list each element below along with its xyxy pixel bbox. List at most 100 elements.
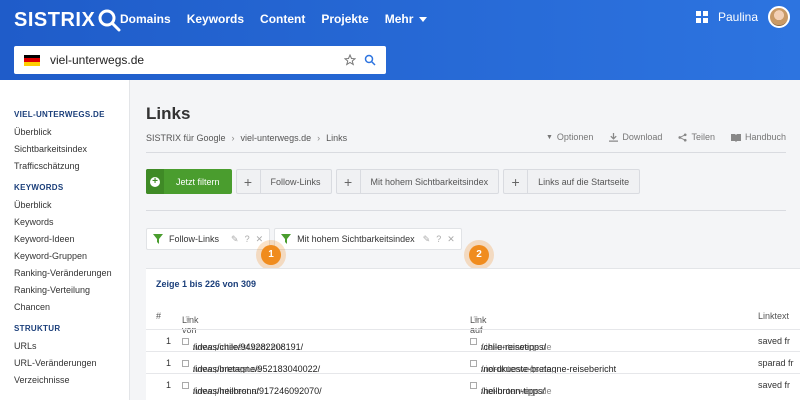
external-link-icon xyxy=(470,360,477,367)
logo-text: SISTRIX xyxy=(14,8,96,31)
add-filter-homepage-links[interactable]: + Links auf die Startseite xyxy=(503,169,641,194)
row-num: 1 xyxy=(166,358,172,368)
target-link[interactable]: viel-unterwegs.de/chile-reisetipps/ xyxy=(470,336,552,352)
breadcrumb-item[interactable]: SISTRIX für Google xyxy=(146,133,226,143)
main-content: Links SISTRIX für Google › viel-unterweg… xyxy=(130,80,800,400)
sidebar-item-chancen[interactable]: Chancen xyxy=(0,299,129,316)
links-table: Zeige 1 bis 226 von 309 # Link von ⇅ Link… xyxy=(146,268,800,400)
table-row: 1 www.pinterest.se/ideas/bretagne/952183… xyxy=(146,351,800,374)
source-link[interactable]: www.pinterest.se/ideas/bretagne/95218304… xyxy=(182,358,320,374)
pencil-icon[interactable]: ✎ xyxy=(423,234,431,245)
sistrix-logo[interactable]: SISTRIX xyxy=(14,8,121,32)
nav-projekte[interactable]: Projekte xyxy=(321,12,368,26)
external-link-icon xyxy=(470,382,477,389)
page-title: Links xyxy=(146,104,191,123)
annotation-marker-2: 2 xyxy=(464,240,494,270)
row-num: 1 xyxy=(166,380,172,390)
search-icon[interactable] xyxy=(364,54,376,66)
active-filter-chip[interactable]: Mit hohem Sichtbarkeitsindex ✎ ? ✕ xyxy=(274,228,462,250)
nav-mehr-label: Mehr xyxy=(384,12,414,26)
sidebar-item-verzeichnisse[interactable]: Verzeichnisse xyxy=(0,372,129,389)
row-num: 1 xyxy=(166,336,172,346)
sidebar-item-sichtbarkeitsindex[interactable]: Sichtbarkeitsindex xyxy=(0,141,129,158)
src-path: /ideas/heilbronn/917246092070/ xyxy=(193,386,322,396)
star-icon[interactable] xyxy=(344,54,356,66)
options-button[interactable]: ▼ Optionen xyxy=(546,132,593,142)
sidebar-group-title: KEYWORDS xyxy=(14,183,64,192)
nav-domains[interactable]: Domains xyxy=(120,12,171,26)
avatar[interactable] xyxy=(768,6,790,28)
sidebar-item-ranking-verteilung[interactable]: Ranking-Verteilung xyxy=(0,282,129,299)
germany-flag-icon[interactable] xyxy=(24,54,40,66)
source-link[interactable]: www.pinterest.at/ideas/heilbronn/9172460… xyxy=(182,380,322,396)
chevron-right-icon: › xyxy=(231,133,235,143)
page-actions: ▼ Optionen Download Teilen Handbuch xyxy=(546,132,786,142)
external-link-icon xyxy=(470,338,477,345)
breadcrumb-item[interactable]: viel-unterwegs.de xyxy=(241,133,312,143)
active-filter-label: Mit hohem Sichtbarkeitsindex xyxy=(297,234,415,244)
top-header: SISTRIX Domains Keywords Content Projekt… xyxy=(0,0,800,80)
funnel-icon xyxy=(147,234,169,244)
options-label: Optionen xyxy=(556,132,594,142)
sidebar-item-urls[interactable]: URLs xyxy=(0,338,129,355)
sidebar-item-keyword-ideen[interactable]: Keyword-Ideen xyxy=(0,231,129,248)
user-name[interactable]: Paulina xyxy=(718,10,758,24)
link-text: saved fr xyxy=(758,336,791,346)
apply-filter-button[interactable]: + Jetzt filtern xyxy=(146,169,232,194)
share-button[interactable]: Teilen xyxy=(678,132,715,142)
table-row: 1 www.pinterest.com.mx/ideas/chile/94928… xyxy=(146,329,800,352)
magnifier-logo-icon xyxy=(98,9,121,32)
domain-search-bar[interactable]: viel-unterwegs.de xyxy=(14,46,386,74)
plus-icon: + xyxy=(504,170,529,193)
sidebar-item-keyword-gruppen[interactable]: Keyword-Gruppen xyxy=(0,248,129,265)
sidebar-item-url-veraenderungen[interactable]: URL-Veränderungen xyxy=(0,355,129,372)
active-filter-chip[interactable]: Follow-Links ✎ ? ✕ xyxy=(146,228,271,250)
add-filter-high-visibility[interactable]: + Mit hohem Sichtbarkeitsindex xyxy=(335,169,500,194)
add-filter-follow-links[interactable]: + Follow-Links xyxy=(235,169,332,194)
apps-grid-icon[interactable] xyxy=(695,11,708,23)
source-link[interactable]: www.pinterest.com.mx/ideas/chile/9492822… xyxy=(182,336,303,352)
sidebar-item-ueberblick[interactable]: Überblick xyxy=(0,124,129,141)
active-filter-label: Follow-Links xyxy=(169,234,220,244)
caret-down-icon: ▼ xyxy=(545,133,553,141)
chevron-right-icon: › xyxy=(317,133,321,143)
plus-icon: + xyxy=(237,170,261,193)
link-text: saved fr xyxy=(758,380,791,390)
book-icon xyxy=(730,133,741,142)
share-icon xyxy=(678,132,687,142)
user-area: Paulina xyxy=(695,6,790,28)
external-link-icon xyxy=(182,382,189,389)
handbook-label: Handbuch xyxy=(744,132,786,142)
col-header-linktext[interactable]: Linktext xyxy=(758,311,789,321)
sidebar-item-keywords[interactable]: Keywords xyxy=(0,214,129,231)
sidebar-item-trafficschaetzung[interactable]: Trafficschätzung xyxy=(0,158,129,175)
sidebar-group-title: VIEL-UNTERWEGS.DE xyxy=(14,110,105,119)
pencil-icon[interactable]: ✎ xyxy=(231,234,239,245)
table-header: # Link von ⇅ Link auf ⇅ Linktext xyxy=(146,307,800,335)
filter-label: Mit hohem Sichtbarkeitsindex xyxy=(370,176,489,187)
close-icon[interactable]: ✕ xyxy=(447,234,455,245)
download-label: Download xyxy=(622,132,663,142)
sidebar-item-kw-ueberblick[interactable]: Überblick xyxy=(0,197,129,214)
chevron-down-icon xyxy=(419,16,428,22)
help-icon[interactable]: ? xyxy=(245,234,250,244)
help-icon[interactable]: ? xyxy=(436,234,441,244)
table-row: 1 www.pinterest.at/ideas/heilbronn/91724… xyxy=(146,373,800,396)
filter-label: Follow-Links xyxy=(270,176,321,187)
external-link-icon xyxy=(182,338,189,345)
target-link[interactable]: viel-unterwegs.de/heilbronn-tipps/ xyxy=(470,380,552,396)
plus-icon: + xyxy=(337,170,361,193)
dst-path: /heilbronn-tipps/ xyxy=(481,386,546,396)
nav-keywords[interactable]: Keywords xyxy=(187,12,244,26)
sidebar-item-ranking-veraenderungen[interactable]: Ranking-Veränderungen xyxy=(0,265,129,282)
breadcrumb-item: Links xyxy=(326,133,348,143)
target-link[interactable]: viel-unterwegs.de/nordkueste-bretagne-re… xyxy=(470,358,616,374)
download-button[interactable]: Download xyxy=(609,132,662,142)
nav-mehr[interactable]: Mehr xyxy=(385,12,428,26)
nav-content[interactable]: Content xyxy=(260,12,305,26)
handbook-button[interactable]: Handbuch xyxy=(730,132,786,142)
divider xyxy=(146,152,786,153)
filter-bar: + Jetzt filtern + Follow-Links + Mit hoh… xyxy=(146,169,641,194)
search-input[interactable]: viel-unterwegs.de xyxy=(50,53,344,67)
col-header-num[interactable]: # xyxy=(156,311,161,321)
